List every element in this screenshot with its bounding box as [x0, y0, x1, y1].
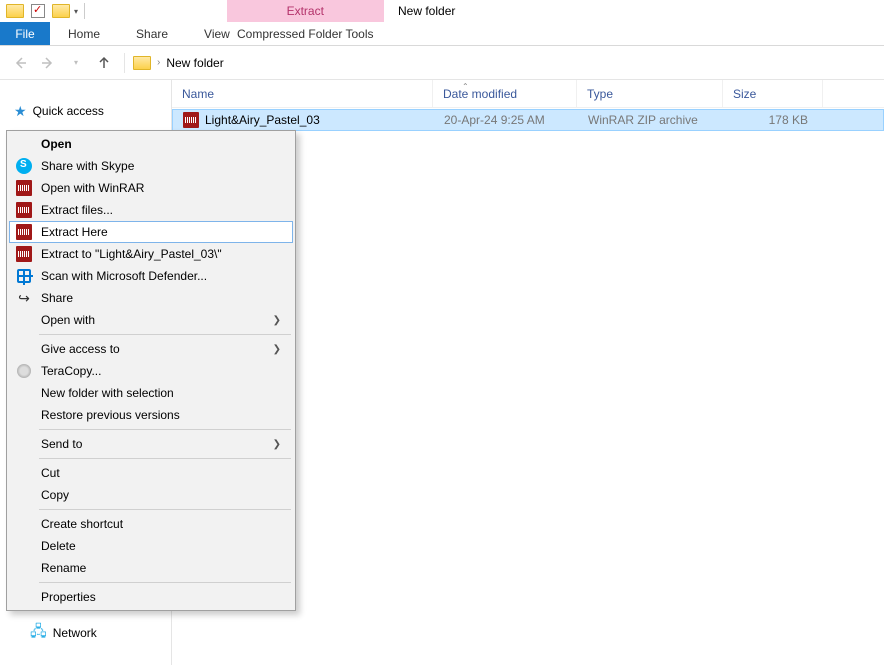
folder-icon — [133, 56, 151, 70]
chevron-right-icon: › — [157, 57, 160, 68]
back-button[interactable] — [8, 51, 32, 75]
menu-create-shortcut[interactable]: Create shortcut — [9, 513, 293, 535]
menu-give-access[interactable]: Give access to ❯ — [9, 338, 293, 360]
menu-share[interactable]: ↪ Share — [9, 287, 293, 309]
menu-separator — [39, 429, 291, 430]
menu-properties[interactable]: Properties — [9, 586, 293, 608]
star-icon: ★ — [14, 103, 27, 120]
qat-folder-icon[interactable] — [4, 0, 26, 22]
menu-rename[interactable]: Rename — [9, 557, 293, 579]
quick-access-toolbar: ▾ — [4, 0, 89, 22]
chevron-right-icon: ❯ — [273, 439, 281, 450]
ribbon-tabs: File Home Share View Extract Compressed … — [0, 22, 884, 46]
menu-label: Open with WinRAR — [41, 181, 144, 195]
menu-label: TeraCopy... — [41, 364, 101, 378]
file-date-cell: 20-Apr-24 9:25 AM — [434, 113, 578, 127]
sort-indicator-icon: ⌃ — [462, 82, 469, 91]
winrar-icon — [15, 245, 33, 263]
menu-label: Share — [41, 291, 73, 305]
qat-customize-icon[interactable]: ▾ — [73, 0, 79, 22]
column-header-date[interactable]: Date modified — [433, 80, 577, 107]
defender-icon — [15, 267, 33, 285]
menu-separator — [39, 334, 291, 335]
context-menu: Open Share with Skype Open with WinRAR E… — [6, 130, 296, 611]
menu-label: Extract to "Light&Airy_Pastel_03\" — [41, 247, 222, 261]
menu-extract-files[interactable]: Extract files... — [9, 199, 293, 221]
address-location: New folder — [166, 56, 223, 70]
sidebar-label: Network — [53, 626, 97, 640]
menu-separator — [39, 458, 291, 459]
forward-button[interactable] — [36, 51, 60, 75]
quick-access-item[interactable]: ★ Quick access — [0, 100, 171, 122]
menu-send-to[interactable]: Send to ❯ — [9, 433, 293, 455]
zip-icon — [183, 112, 199, 128]
menu-label: Give access to — [41, 342, 120, 356]
menu-label: Send to — [41, 437, 82, 451]
compressed-folder-tools-tab[interactable]: Compressed Folder Tools — [227, 22, 384, 46]
file-type-cell: WinRAR ZIP archive — [578, 113, 724, 127]
winrar-icon — [15, 201, 33, 219]
menu-open-with[interactable]: Open with ❯ — [9, 309, 293, 331]
menu-extract-here[interactable]: Extract Here — [9, 221, 293, 243]
menu-extract-to[interactable]: Extract to "Light&Airy_Pastel_03\" — [9, 243, 293, 265]
skype-icon — [15, 157, 33, 175]
share-tab[interactable]: Share — [118, 22, 186, 45]
sidebar-label: Quick access — [33, 104, 104, 118]
menu-share-skype[interactable]: Share with Skype — [9, 155, 293, 177]
chevron-right-icon: ❯ — [273, 315, 281, 326]
menu-scan-defender[interactable]: Scan with Microsoft Defender... — [9, 265, 293, 287]
qat-properties-icon[interactable] — [27, 0, 49, 22]
contextual-tab-group: Extract Compressed Folder Tools — [227, 0, 384, 46]
menu-label: Open with — [41, 313, 95, 327]
menu-open-winrar[interactable]: Open with WinRAR — [9, 177, 293, 199]
column-header-type[interactable]: Type — [577, 80, 723, 107]
qat-new-folder-icon[interactable] — [50, 0, 72, 22]
winrar-icon — [15, 223, 33, 241]
file-name: Light&Airy_Pastel_03 — [205, 113, 320, 127]
address-bar[interactable]: › New folder — [133, 56, 224, 70]
menu-copy[interactable]: Copy — [9, 484, 293, 506]
menu-separator — [39, 509, 291, 510]
home-tab[interactable]: Home — [50, 22, 118, 45]
column-headers: Name ⌃ Date modified Type Size — [172, 80, 884, 108]
menu-open[interactable]: Open — [9, 133, 293, 155]
winrar-icon — [15, 179, 33, 197]
separator — [124, 53, 125, 73]
chevron-right-icon: ❯ — [273, 344, 281, 355]
menu-restore-previous[interactable]: Restore previous versions — [9, 404, 293, 426]
network-item[interactable]: 🖧 Network — [0, 622, 171, 644]
menu-label: Scan with Microsoft Defender... — [41, 269, 207, 283]
window-title: New folder — [398, 4, 455, 18]
column-header-size[interactable]: Size — [723, 80, 823, 107]
file-row[interactable]: Light&Airy_Pastel_03 20-Apr-24 9:25 AM W… — [172, 109, 884, 131]
contextual-title: Extract — [227, 0, 384, 22]
menu-new-folder-selection[interactable]: New folder with selection — [9, 382, 293, 404]
menu-label: Share with Skype — [41, 159, 134, 173]
separator — [84, 3, 85, 19]
menu-teracopy[interactable]: TeraCopy... — [9, 360, 293, 382]
share-icon: ↪ — [15, 289, 33, 307]
menu-label: Extract files... — [41, 203, 113, 217]
menu-cut[interactable]: Cut — [9, 462, 293, 484]
teracopy-icon — [15, 362, 33, 380]
menu-delete[interactable]: Delete — [9, 535, 293, 557]
menu-separator — [39, 582, 291, 583]
menu-label: Extract Here — [41, 225, 108, 239]
navigation-bar: ▾ › New folder — [0, 46, 884, 80]
up-button[interactable] — [92, 51, 116, 75]
file-size-cell: 178 KB — [724, 113, 824, 127]
file-tab[interactable]: File — [0, 22, 50, 45]
file-name-cell: Light&Airy_Pastel_03 — [173, 112, 434, 128]
column-header-name[interactable]: Name — [172, 80, 433, 107]
recent-locations-button[interactable]: ▾ — [64, 51, 88, 75]
network-icon: 🖧 — [30, 621, 47, 646]
